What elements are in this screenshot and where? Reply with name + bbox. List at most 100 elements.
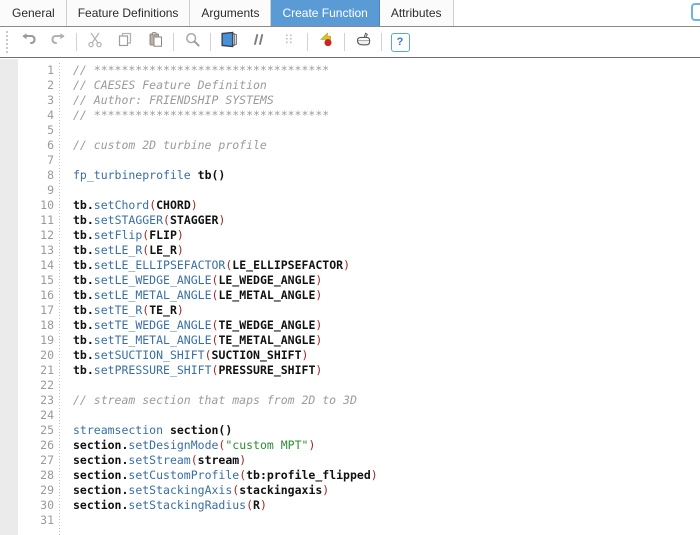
- code-line[interactable]: tb.setFlip(FLIP): [73, 228, 700, 243]
- tab-general[interactable]: General: [0, 0, 67, 26]
- code-line[interactable]: [73, 513, 700, 528]
- help-button[interactable]: ?: [385, 29, 415, 55]
- tab-feature-definitions[interactable]: Feature Definitions: [66, 0, 191, 26]
- tab-overflow-button[interactable]: [691, 3, 700, 21]
- code-line[interactable]: // stream section that maps from 2D to 3…: [73, 393, 700, 408]
- code-line[interactable]: // Author: FRIENDSHIP SYSTEMS: [73, 93, 700, 108]
- line-number: 18: [40, 318, 54, 332]
- code-line[interactable]: tb.setLE_METAL_ANGLE(LE_METAL_ANGLE): [73, 288, 700, 303]
- code-line[interactable]: tb.setTE_R(TE_R): [73, 303, 700, 318]
- code-editor[interactable]: 1 2 3 4 5 6 7 8 9 10 11 12 13 14 15 16 17 18 19 20 21 22 23 24 2…: [0, 59, 700, 535]
- run-button[interactable]: [348, 29, 378, 55]
- code-line[interactable]: tb.setLE_ELLIPSEFACTOR(LE_ELLIPSEFACTOR): [73, 258, 700, 273]
- tab-create-function[interactable]: Create Function: [271, 0, 380, 26]
- code-line[interactable]: fp_turbineprofile tb(): [73, 168, 700, 183]
- code-token: ): [315, 333, 323, 347]
- code-token: fp_turbineprofile: [73, 168, 191, 182]
- line-number: 9: [47, 183, 54, 197]
- code-token: setLE_R: [93, 243, 143, 257]
- code-content[interactable]: // **********************************// …: [60, 59, 700, 535]
- code-line[interactable]: tb.setPRESSURE_SHIFT(PRESSURE_SHIFT): [73, 363, 700, 378]
- copy-icon: [117, 31, 134, 53]
- line-number: 7: [47, 153, 54, 167]
- copy-button[interactable]: [110, 29, 140, 55]
- code-line[interactable]: section.setStackingRadius(R): [73, 498, 700, 513]
- code-token: stackingaxis: [239, 483, 323, 497]
- comment-button[interactable]: [244, 29, 274, 55]
- line-number: 16: [40, 288, 54, 302]
- code-line[interactable]: // **********************************: [73, 108, 700, 123]
- code-line[interactable]: tb.setSUCTION_SHIFT(SUCTION_SHIFT): [73, 348, 700, 363]
- code-line[interactable]: section.setCustomProfile(tb:profile_flip…: [73, 468, 700, 483]
- line-number: 3: [47, 93, 54, 107]
- breakpoint-button[interactable]: [311, 29, 341, 55]
- code-token: STAGGER: [169, 213, 219, 227]
- code-token: section: [73, 468, 122, 482]
- code-line[interactable]: tb.setSTAGGER(STAGGER): [73, 213, 700, 228]
- code-line[interactable]: [73, 183, 700, 198]
- indent-grid-button[interactable]: [274, 29, 304, 55]
- create-function-panel: General Feature Definitions Arguments Cr…: [0, 0, 700, 535]
- code-token: setDesignMode: [128, 438, 219, 452]
- code-token: ): [370, 468, 378, 482]
- cut-button[interactable]: [80, 29, 110, 55]
- code-token: setLE_WEDGE_ANGLE: [93, 273, 212, 287]
- toolbar-separator: [210, 33, 211, 51]
- code-line[interactable]: [73, 123, 700, 138]
- code-token: ): [176, 303, 184, 317]
- code-line[interactable]: tb.setTE_WEDGE_ANGLE(TE_WEDGE_ANGLE): [73, 318, 700, 333]
- code-line[interactable]: section.setStackingAxis(stackingaxis): [73, 483, 700, 498]
- code-line[interactable]: [73, 378, 700, 393]
- code-token: section: [73, 453, 122, 467]
- code-line[interactable]: [73, 153, 700, 168]
- code-token: tb: [73, 273, 87, 287]
- code-token: LE_ELLIPSEFACTOR: [232, 258, 344, 272]
- toolbar-separator: [381, 33, 382, 51]
- code-token: ): [315, 363, 323, 377]
- undo-button[interactable]: [13, 29, 43, 55]
- layers-button[interactable]: [214, 29, 244, 55]
- code-line[interactable]: tb.setLE_WEDGE_ANGLE(LE_WEDGE_ANGLE): [73, 273, 700, 288]
- code-token: TE_METAL_ANGLE: [218, 333, 316, 347]
- code-line[interactable]: section.setDesignMode("custom MPT"): [73, 438, 700, 453]
- code-token: setTE_WEDGE_ANGLE: [93, 318, 212, 332]
- code-line[interactable]: [73, 408, 700, 423]
- line-number: 23: [40, 393, 54, 407]
- toolbar-drag-handle[interactable]: [2, 31, 11, 53]
- paste-button[interactable]: [140, 29, 170, 55]
- code-token: // CAESES Feature Definition: [73, 78, 267, 92]
- code-line[interactable]: tb.setChord(CHORD): [73, 198, 700, 213]
- code-line[interactable]: tb.setLE_R(LE_R): [73, 243, 700, 258]
- toolbar-separator: [307, 33, 308, 51]
- code-token: setStream: [128, 453, 191, 467]
- line-number: 22: [40, 378, 54, 392]
- undo-icon: [20, 31, 37, 53]
- code-token: LE_R: [149, 243, 177, 257]
- tab-arguments[interactable]: Arguments: [190, 0, 272, 26]
- line-number: 15: [40, 273, 54, 287]
- code-token: .: [86, 318, 94, 332]
- cut-icon: [87, 31, 103, 53]
- code-token: .: [86, 228, 94, 242]
- search-button[interactable]: [177, 29, 207, 55]
- redo-button[interactable]: [43, 29, 73, 55]
- line-number-gutter: 1 2 3 4 5 6 7 8 9 10 11 12 13 14 15 16 17 18 19 20 21 22 23 24 2…: [19, 59, 59, 535]
- code-token: tb: [73, 213, 87, 227]
- code-line[interactable]: // **********************************: [73, 63, 700, 78]
- redo-icon: [50, 31, 67, 53]
- code-line[interactable]: // custom 2D turbine profile: [73, 138, 700, 153]
- code-token: section: [169, 423, 219, 437]
- code-token: LE_WEDGE_ANGLE: [218, 273, 316, 287]
- code-line[interactable]: streamsection section(): [73, 423, 700, 438]
- comment-icon: [251, 31, 267, 53]
- code-line[interactable]: // CAESES Feature Definition: [73, 78, 700, 93]
- code-token: setLE_ELLIPSEFACTOR: [93, 258, 226, 272]
- tab-attributes[interactable]: Attributes: [379, 0, 454, 26]
- code-line[interactable]: tb.setTE_METAL_ANGLE(TE_METAL_ANGLE): [73, 333, 700, 348]
- code-token: .: [86, 333, 94, 347]
- code-line[interactable]: section.setStream(stream): [73, 453, 700, 468]
- code-editor-body[interactable]: 1 2 3 4 5 6 7 8 9 10 11 12 13 14 15 16 17 18 19 20 21 22 23 24 2…: [19, 59, 700, 535]
- code-token: CHORD: [156, 198, 191, 212]
- code-token: tb: [197, 168, 212, 182]
